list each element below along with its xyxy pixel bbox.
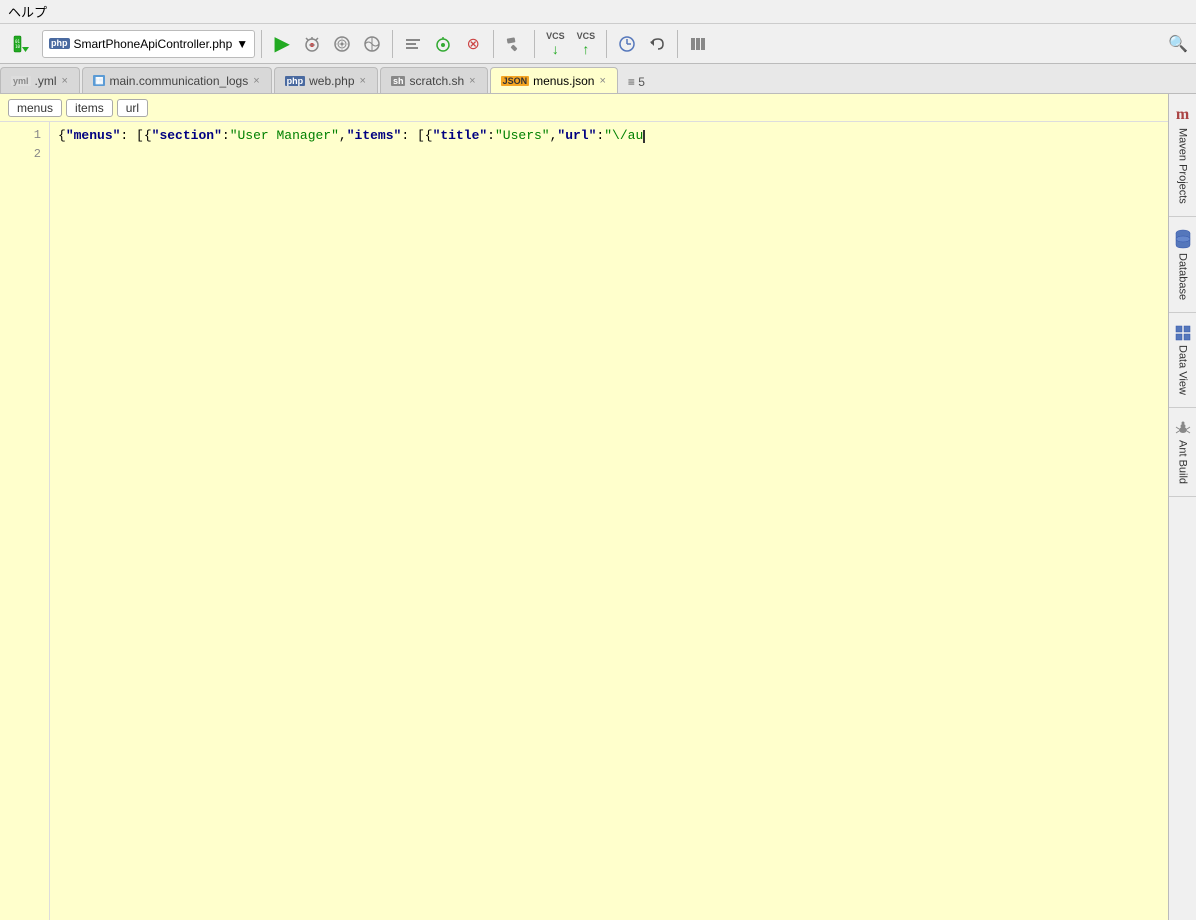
tab-web-close[interactable]: × xyxy=(359,75,367,87)
maven-icon: m xyxy=(1176,106,1189,124)
line-numbers: 1 2 xyxy=(0,122,50,920)
coverage-button[interactable] xyxy=(328,30,356,58)
debug-button[interactable] xyxy=(298,30,326,58)
ant-build-tool[interactable]: Ant Build xyxy=(1169,408,1196,497)
table-icon: ▦ xyxy=(93,75,106,86)
database-label: Database xyxy=(1177,253,1189,300)
tab-menus-json[interactable]: JSON menus.json × xyxy=(490,67,618,93)
tab-communication-logs[interactable]: ▦ main.communication_logs × xyxy=(82,67,272,93)
line-num-2: 2 xyxy=(0,145,41,164)
toolbar-left: 01 10 xyxy=(4,30,40,58)
file-name: SmartPhoneApiController.php xyxy=(74,37,233,51)
vcs-up-button[interactable]: VCS ↑ xyxy=(572,30,601,58)
maven-projects-tool[interactable]: m Maven Projects xyxy=(1169,94,1196,217)
database-icon xyxy=(1175,229,1191,249)
tabs-extra[interactable]: ≡ 5 xyxy=(620,71,653,93)
data-view-tool[interactable]: Data View xyxy=(1169,313,1196,408)
maven-label: Maven Projects xyxy=(1177,128,1189,204)
tab-web-label: web.php xyxy=(309,74,354,88)
editor-container: menus items url 1 2 {"menus": [{"section… xyxy=(0,94,1196,920)
sep-1 xyxy=(261,30,262,58)
sep-2 xyxy=(392,30,393,58)
code-line-1: {"menus": [{"section":"User Manager","it… xyxy=(58,126,1160,147)
dropdown-arrow: ▼ xyxy=(236,37,248,51)
file-dropdown[interactable]: php SmartPhoneApiController.php ▼ xyxy=(42,30,255,58)
tab-yml-close[interactable]: × xyxy=(61,75,69,87)
json-icon: JSON xyxy=(501,76,530,86)
debug-green-button[interactable] xyxy=(429,30,457,58)
breadcrumb-menus[interactable]: menus xyxy=(8,99,62,117)
data-view-icon xyxy=(1175,325,1191,341)
yml-icon: yml xyxy=(11,76,31,86)
search-button[interactable]: 🔍 xyxy=(1164,30,1192,58)
sep-6 xyxy=(677,30,678,58)
php-icon: php xyxy=(49,38,70,49)
history-button[interactable] xyxy=(613,30,641,58)
run-button[interactable]: ▶ xyxy=(268,30,296,58)
stop-button[interactable]: ⊗ xyxy=(459,30,487,58)
code-content[interactable]: {"menus": [{"section":"User Manager","it… xyxy=(50,122,1168,920)
code-line-2 xyxy=(58,168,1160,189)
sep-3 xyxy=(493,30,494,58)
undo-button[interactable] xyxy=(643,30,671,58)
tab-scratch-label: scratch.sh xyxy=(409,74,464,88)
sh-icon: sh xyxy=(391,76,406,86)
profile-button[interactable] xyxy=(358,30,386,58)
tab-yml[interactable]: yml .yml × xyxy=(0,67,80,93)
tab-logs-label: main.communication_logs xyxy=(109,74,248,88)
tab-logs-close[interactable]: × xyxy=(252,75,260,87)
columns-button[interactable] xyxy=(684,30,712,58)
editor-panel: menus items url 1 2 {"menus": [{"section… xyxy=(0,94,1168,920)
sep-4 xyxy=(534,30,535,58)
sep-5 xyxy=(606,30,607,58)
side-panel: m Maven Projects Database xyxy=(1168,94,1196,920)
php-tab-icon: php xyxy=(285,76,306,86)
data-view-label: Data View xyxy=(1177,345,1189,395)
tab-scratch-close[interactable]: × xyxy=(468,75,476,87)
line-num-1: 1 xyxy=(0,126,41,145)
breadcrumb-items[interactable]: items xyxy=(66,99,113,117)
binary-icon[interactable]: 01 10 xyxy=(8,30,36,58)
breadcrumb-url[interactable]: url xyxy=(117,99,148,117)
toolbar: 01 10 php SmartPhoneApiController.php ▼ … xyxy=(0,24,1196,64)
step-button[interactable] xyxy=(399,30,427,58)
database-tool[interactable]: Database xyxy=(1169,217,1196,313)
code-editor[interactable]: 1 2 {"menus": [{"section":"User Manager"… xyxy=(0,122,1168,920)
svg-text:10: 10 xyxy=(15,44,20,49)
vcs-down-button[interactable]: VCS ↓ xyxy=(541,30,570,58)
tab-menus-label: menus.json xyxy=(533,74,594,88)
tabs-bar: yml .yml × ▦ main.communication_logs × p… xyxy=(0,64,1196,94)
tab-web-php[interactable]: php web.php × xyxy=(274,67,378,93)
ant-icon xyxy=(1175,420,1191,436)
breadcrumb-bar: menus items url xyxy=(0,94,1168,122)
tab-menus-close[interactable]: × xyxy=(598,75,606,87)
tab-scratch-sh[interactable]: sh scratch.sh × xyxy=(380,67,488,93)
build-button[interactable] xyxy=(500,30,528,58)
menubar: ヘルプ xyxy=(0,0,1196,24)
ant-build-label: Ant Build xyxy=(1177,440,1189,484)
menu-help[interactable]: ヘルプ xyxy=(8,2,47,21)
tab-yml-label: .yml xyxy=(35,74,57,88)
